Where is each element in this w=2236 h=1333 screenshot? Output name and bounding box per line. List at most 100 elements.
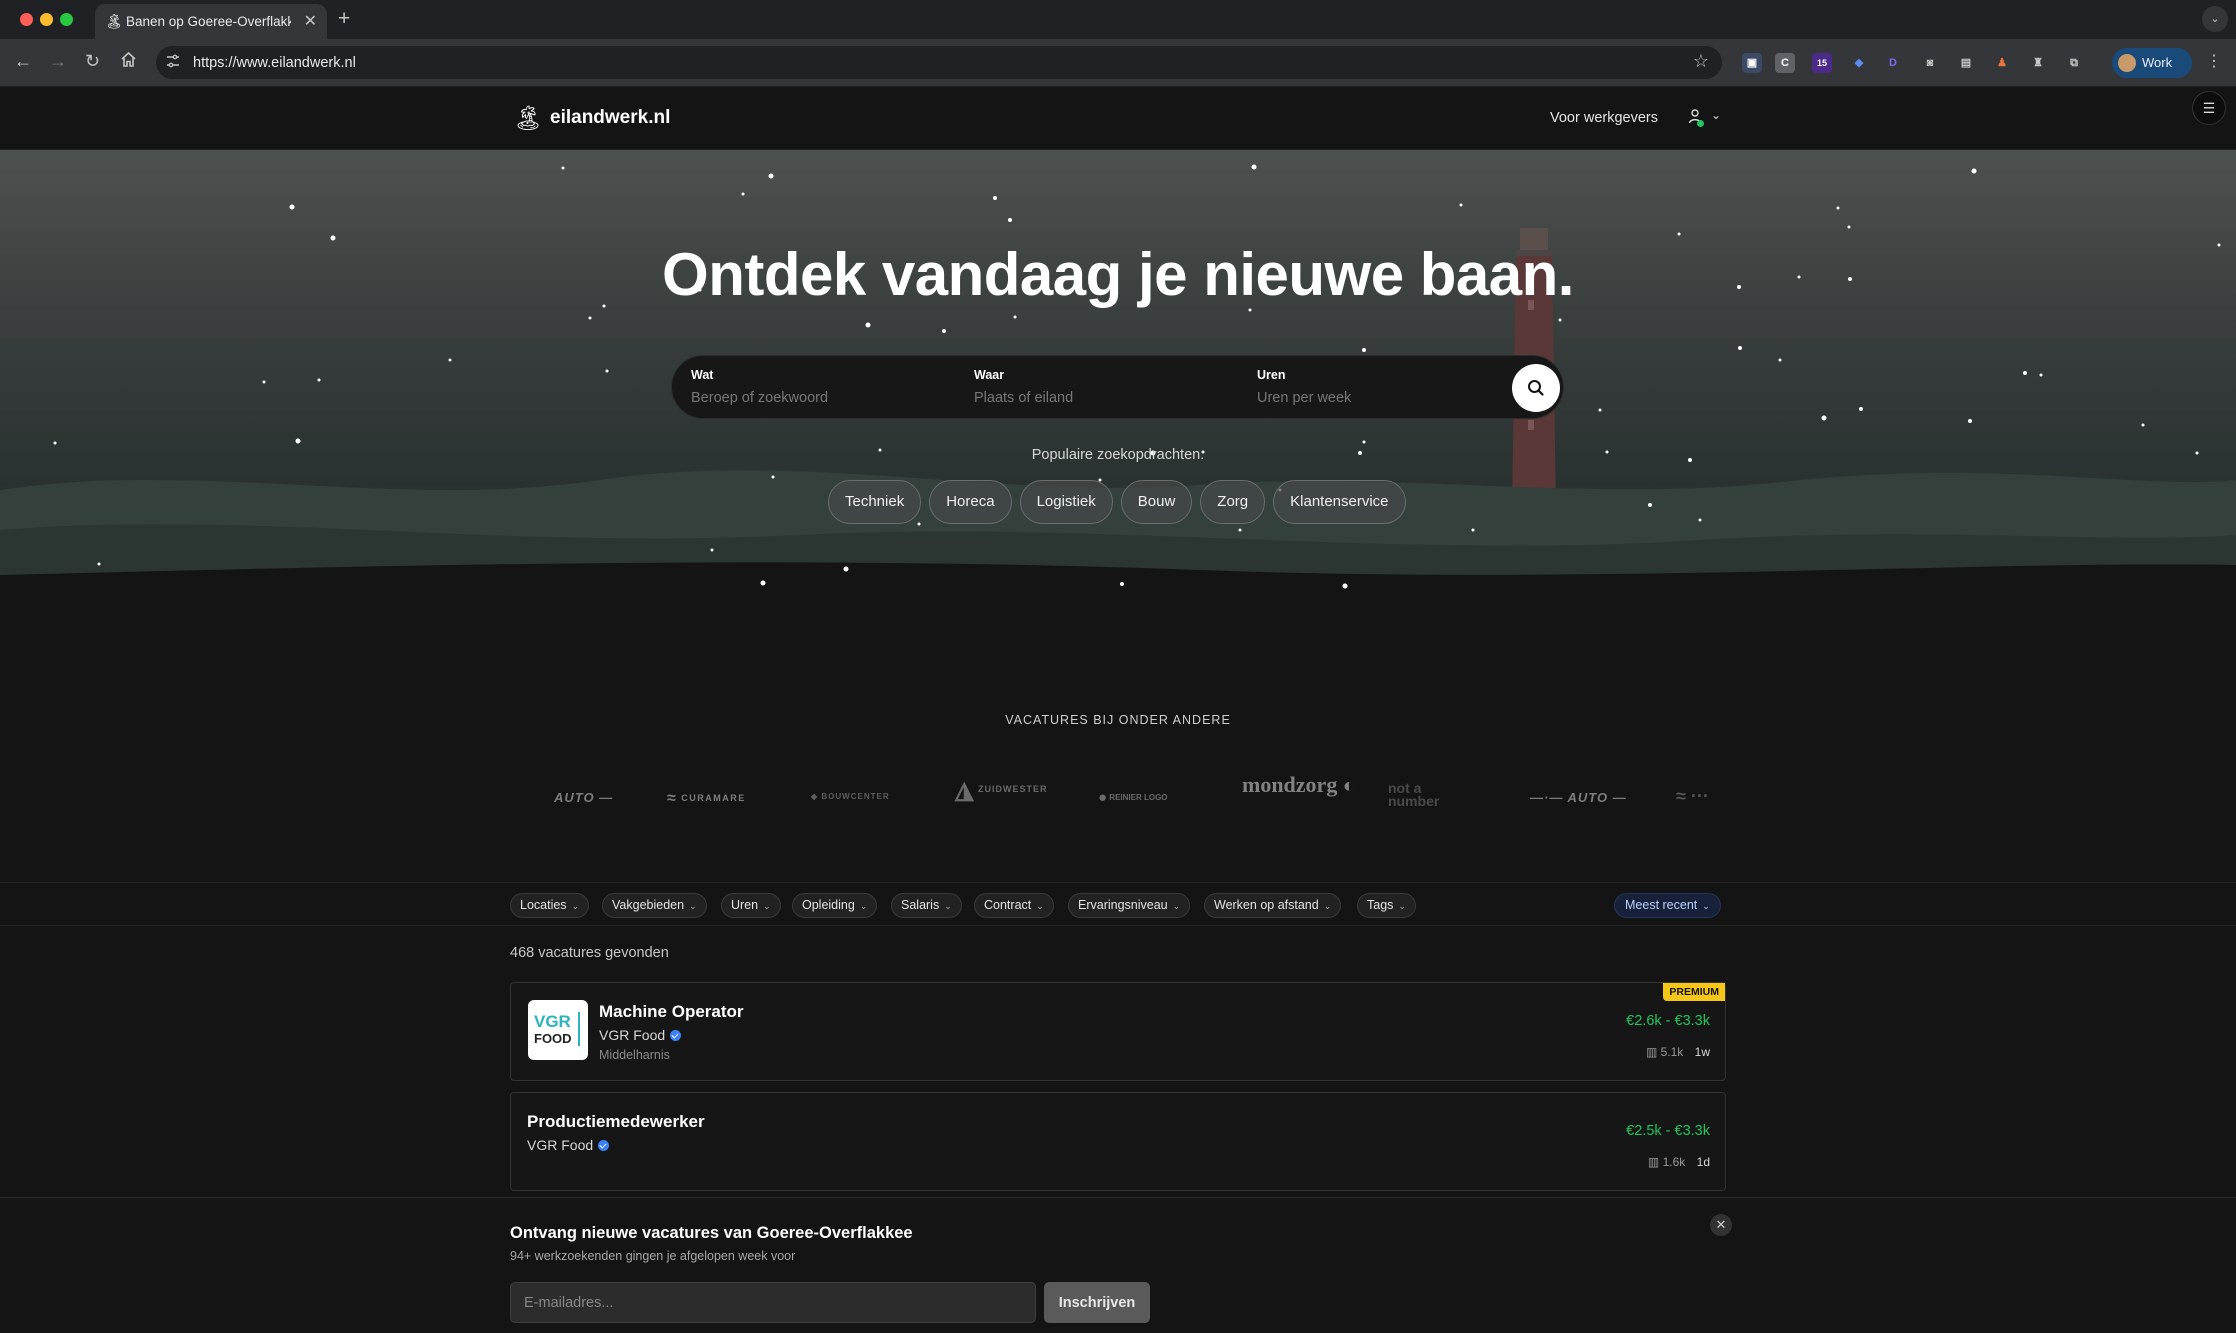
extension-icon[interactable]: ◆	[1849, 53, 1869, 73]
company-logo-text: ZUIDWESTER	[977, 784, 1048, 794]
extension-icon[interactable]: ▣	[1742, 53, 1762, 73]
palm-tree-icon: 🏝	[105, 13, 123, 29]
company-logo-mondzorg[interactable]: mondzorg ◐	[1242, 774, 1355, 836]
views-chart-icon: ▥	[1645, 1045, 1658, 1059]
job-search-bar: Wat Beroep of zoekwoord Waar Plaats of e…	[671, 355, 1564, 419]
job-company: VGR Food	[527, 1137, 610, 1153]
views-chart-icon: ▥	[1647, 1155, 1660, 1169]
companies-title: VACATURES BIJ ONDER ANDERE	[1005, 713, 1231, 727]
company-logo-text: CURAMARE	[681, 793, 746, 803]
company-logo-bouwcenter[interactable]: ◆ BOUWCENTER	[811, 792, 890, 852]
chevron-down-icon: ⌄	[1172, 901, 1181, 911]
company-logo-divider	[578, 1012, 580, 1046]
extension-icon[interactable]: C	[1775, 53, 1795, 73]
site-logo[interactable]: eilandwerk.nl	[550, 107, 670, 129]
window-close-button[interactable]	[20, 13, 33, 26]
company-logo-notanumber[interactable]: not a number	[1388, 780, 1468, 842]
site-info-icon[interactable]	[165, 53, 185, 73]
tab-search-button[interactable]: ⌄	[2202, 6, 2228, 32]
search-where-field[interactable]: Waar Plaats of eiland	[974, 368, 1244, 406]
subscribe-button[interactable]: Inschrijven	[1044, 1282, 1150, 1323]
sort-dropdown[interactable]: Meest recent ⌄	[1614, 893, 1721, 918]
filter-locaties[interactable]: Locaties ⌄	[510, 893, 590, 918]
popular-chip-horeca[interactable]: Horeca	[929, 480, 1012, 524]
search-hours-field[interactable]: Uren Uren per week	[1257, 368, 1497, 406]
forward-arrow-icon[interactable]: →	[49, 51, 67, 72]
extension-icon[interactable]: ♜	[2028, 53, 2048, 73]
newsletter-title: Ontvang nieuwe vacatures van Goeree-Over…	[510, 1224, 913, 1242]
popular-chip-klantenservice[interactable]: Klantenservice	[1273, 480, 1406, 524]
palm-tree-icon[interactable]: 🏝	[513, 104, 543, 133]
filter-tags[interactable]: Tags ⌄	[1357, 893, 1416, 918]
popular-chip-bouw[interactable]: Bouw	[1120, 480, 1193, 524]
more-menu-icon[interactable]: ⋮	[2206, 51, 2222, 71]
popular-chip-techniek[interactable]: Techniek	[828, 480, 922, 524]
window-maximize-button[interactable]	[60, 13, 73, 26]
chevron-down-icon: ⌄	[1702, 901, 1710, 911]
email-field[interactable]	[510, 1282, 1036, 1323]
job-location: Middelharnis	[599, 1048, 670, 1062]
filter-contract[interactable]: Contract ⌄	[974, 893, 1054, 918]
search-button[interactable]	[1512, 364, 1560, 412]
home-icon[interactable]	[120, 51, 137, 73]
search-what-placeholder[interactable]: Beroep of zoekwoord	[691, 390, 961, 406]
sort-label: Meest recent	[1625, 898, 1698, 912]
job-title[interactable]: Machine Operator	[599, 1002, 744, 1022]
camera-extension-icon[interactable]: ◙	[1920, 53, 1940, 73]
company-logo-text: not a number	[1388, 780, 1440, 809]
company-logo-curamare-2[interactable]: ≈ ···	[1676, 786, 1709, 846]
company-logo-reinier[interactable]: ● REINIER LOGO	[1098, 789, 1168, 849]
new-tab-button[interactable]: +	[338, 7, 350, 31]
search-hours-placeholder[interactable]: Uren per week	[1257, 390, 1497, 406]
reload-icon[interactable]: ↻	[85, 51, 100, 72]
job-stats: ▥ 1.6k 1d	[1648, 1155, 1710, 1169]
close-icon[interactable]: ✕	[1710, 1214, 1732, 1236]
company-logo-zuidwester[interactable]: ◮ ZUIDWESTER	[955, 776, 1047, 836]
user-icon[interactable]	[1688, 108, 1704, 128]
filter-opleiding[interactable]: Opleiding ⌄	[792, 893, 878, 918]
company-logo-auto[interactable]: AUTO —	[554, 790, 613, 850]
search-where-placeholder[interactable]: Plaats of eiland	[974, 390, 1244, 406]
filter-salaris[interactable]: Salaris ⌄	[891, 893, 962, 918]
extension-icon[interactable]: ♟	[1992, 53, 2012, 73]
job-card[interactable]: VGR FOOD Machine Operator VGR Food Midde…	[510, 982, 1726, 1081]
popular-chip-zorg[interactable]: Zorg	[1200, 480, 1266, 524]
employers-link[interactable]: Voor werkgevers	[1550, 110, 1658, 126]
filter-label: Uren	[731, 898, 759, 912]
results-count: 468 vacatures gevonden	[510, 945, 669, 961]
extension-icon[interactable]: ▤	[1956, 53, 1976, 73]
premium-badge: PREMIUM	[1663, 983, 1725, 1001]
chevron-down-icon[interactable]: ⌄	[1711, 108, 1721, 122]
settings-toggle-icon[interactable]: ☰	[2192, 91, 2226, 125]
newsletter-subtitle: 94+ werkzoekenden gingen je afgelopen we…	[510, 1249, 796, 1263]
job-title[interactable]: Productiemedewerker	[527, 1112, 705, 1132]
back-arrow-icon[interactable]: ←	[14, 51, 32, 72]
site-header: 🏝 eilandwerk.nl Voor werkgevers ⌄	[0, 88, 2236, 150]
close-icon[interactable]: ✕	[304, 11, 317, 31]
chevron-down-icon: ⌄	[689, 901, 697, 911]
filter-uren[interactable]: Uren ⌄	[721, 893, 781, 918]
filter-ervaringsniveau[interactable]: Ervaringsniveau ⌄	[1068, 893, 1191, 918]
puzzle-extensions-icon[interactable]: ⧉	[2064, 53, 2084, 73]
job-card[interactable]: Productiemedewerker VGR Food €2.5k - €3.…	[510, 1092, 1726, 1191]
extension-icon[interactable]: D	[1883, 53, 1903, 73]
filter-werken-op-afstand[interactable]: Werken op afstand ⌄	[1204, 893, 1342, 918]
job-salary: €2.5k - €3.3k	[1626, 1123, 1710, 1139]
popular-chip-logistiek[interactable]: Logistiek	[1019, 480, 1113, 524]
online-status-dot	[1697, 120, 1704, 127]
url-text[interactable]: https://www.eilandwerk.nl	[193, 55, 356, 71]
bookmark-star-icon[interactable]: ☆	[1693, 51, 1709, 72]
company-logo-auto-2[interactable]: —·— AUTO —	[1530, 790, 1627, 850]
company-logo-curamare[interactable]: ≈ CURAMARE	[667, 790, 746, 850]
extension-badge-icon[interactable]: 15	[1812, 53, 1832, 73]
popular-searches-label: Populaire zoekopdrachten:	[1031, 447, 1205, 463]
browser-tab[interactable]: 🏝 Banen op Goeree-Overflakkee ✕	[95, 4, 327, 39]
filter-vakgebieden[interactable]: Vakgebieden ⌄	[602, 893, 707, 918]
profile-button[interactable]: Work	[2112, 48, 2192, 78]
hero-title: Ontdek vandaag je nieuwe baan.	[662, 241, 1574, 308]
window-minimize-button[interactable]	[40, 13, 53, 26]
address-bar[interactable]: https://www.eilandwerk.nl ☆	[156, 46, 1722, 79]
hero-section: Ontdek vandaag je nieuwe baan. Wat Beroe…	[0, 150, 2236, 620]
chevron-down-icon: ⌄	[1398, 901, 1406, 911]
search-what-field[interactable]: Wat Beroep of zoekwoord	[691, 368, 961, 406]
